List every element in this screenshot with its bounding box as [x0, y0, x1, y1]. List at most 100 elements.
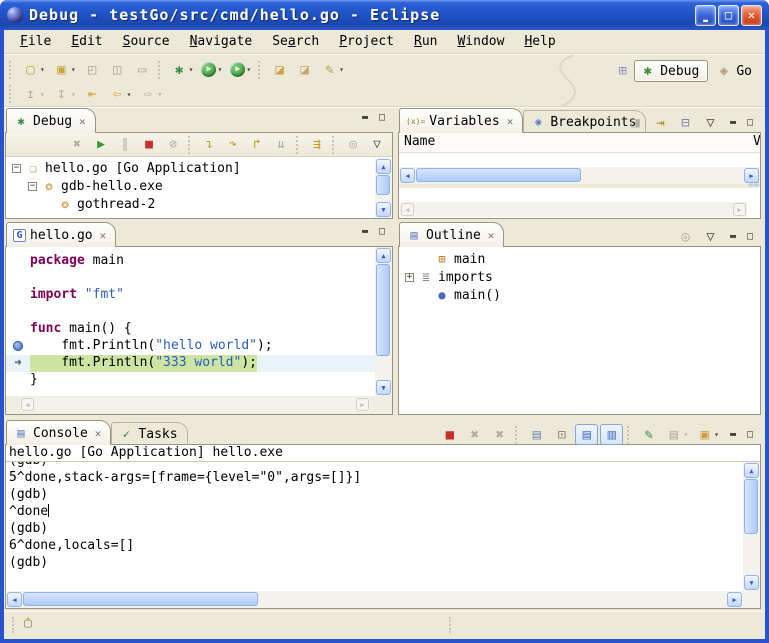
instruction-pointer-icon[interactable]: ➜ [6, 355, 30, 372]
code-line[interactable]: ➜ fmt.Println("333 world"); [6, 355, 375, 372]
scroll-left-button[interactable]: ◀ [7, 592, 22, 607]
menu-help[interactable]: Help [514, 32, 565, 51]
tab-console[interactable]: ▤ Console ✕ [6, 420, 111, 445]
menu-project[interactable]: Project [329, 32, 404, 51]
tree-item[interactable]: +≣imports [399, 268, 760, 286]
code-area[interactable]: package main import "fmt" func main() { fm… [6, 247, 375, 396]
run-external-tools-button[interactable]: ▶▾ [227, 59, 254, 80]
tab-outline[interactable]: ▤ Outline ✕ [399, 222, 504, 247]
tab-hello-go[interactable]: G hello.go ✕ [6, 222, 116, 247]
pin-console-button[interactable]: ✎ [637, 424, 660, 445]
editor-vertical-scrollbar[interactable]: ▲ ▼ [375, 247, 392, 396]
statusbar-grip[interactable] [449, 617, 453, 633]
open-type-button[interactable]: ◪ [268, 59, 291, 80]
view-menu-button[interactable]: ▽ [366, 134, 388, 155]
close-icon[interactable]: ✕ [79, 115, 86, 128]
code-line[interactable]: fmt.Println("hello world"); [6, 338, 375, 355]
scroll-down-button[interactable]: ▼ [376, 380, 391, 395]
view-menu-button[interactable]: ▽ [699, 226, 722, 247]
menu-run[interactable]: Run [404, 32, 447, 51]
column-name[interactable]: Name [404, 134, 435, 149]
step-return-button[interactable]: ↱ [246, 134, 268, 155]
perspective-debug[interactable]: ✱ Debug [634, 60, 708, 82]
step-over-button[interactable]: ↷ [222, 134, 244, 155]
menu-search[interactable]: Search [262, 32, 329, 51]
tree-item[interactable]: −❂gdb-hello.exe [6, 177, 375, 195]
tab-variables[interactable]: (x)= Variables ✕ [399, 108, 523, 133]
code-line[interactable]: import "fmt" [6, 287, 375, 304]
column-value[interactable]: Value [753, 134, 760, 149]
scroll-thumb[interactable] [376, 264, 390, 356]
details-sash[interactable]: ≡≡ [399, 184, 760, 188]
scroll-up-button[interactable]: ▲ [744, 463, 759, 478]
scroll-thumb[interactable] [23, 592, 258, 606]
mark-occurrences-button[interactable]: ✎▾ [318, 59, 347, 80]
clear-console-button[interactable]: ▤ [525, 424, 548, 445]
tree-item[interactable]: −❏hello.go [Go Application] [6, 159, 375, 177]
minimize-view-button[interactable]: ▬ [726, 429, 740, 440]
show-logical-structure-button[interactable]: ⇥ [649, 112, 672, 133]
minimize-view-button[interactable]: ▬ [726, 231, 740, 242]
new-wizard-button[interactable]: ▢▾ [19, 59, 48, 80]
scroll-left-button[interactable]: ◀ [400, 168, 415, 183]
maximize-view-button[interactable]: □ [743, 429, 757, 440]
code-line[interactable]: package main [6, 253, 375, 270]
show-stdout-when-changed-button[interactable]: ▤ [575, 424, 598, 445]
scroll-thumb[interactable] [376, 175, 390, 195]
minimize-button[interactable]: ▬ [695, 5, 716, 26]
titlebar[interactable]: Debug - testGo/src/cmd/hello.go - Eclips… [0, 0, 769, 30]
menu-window[interactable]: Window [447, 32, 514, 51]
scroll-up-button[interactable]: ▲ [376, 248, 391, 263]
run-button[interactable]: ▶▾ [198, 59, 225, 80]
menu-source[interactable]: Source [113, 32, 180, 51]
code-line[interactable]: func main() { [6, 321, 375, 338]
maximize-button[interactable]: □ [718, 5, 739, 26]
expander-plus-icon[interactable]: + [405, 273, 414, 282]
back-to-last-edit-button[interactable]: ⇤ [81, 84, 104, 105]
menu-edit[interactable]: Edit [61, 32, 112, 51]
scroll-lock-button[interactable]: ⊡ [550, 424, 573, 445]
open-resource-button[interactable]: ◪ [293, 59, 316, 80]
maximize-view-button[interactable]: □ [375, 112, 389, 123]
code-line[interactable] [6, 270, 375, 287]
scroll-up-button[interactable]: ▲ [376, 159, 391, 174]
close-icon[interactable]: ✕ [488, 229, 495, 242]
code-line[interactable]: } [6, 372, 375, 389]
maximize-view-button[interactable]: □ [743, 231, 757, 242]
console-horizontal-scrollbar[interactable]: ◀ ▶ [6, 591, 743, 608]
new-project-button[interactable]: ▣▾ [50, 59, 79, 80]
debug-vertical-scrollbar[interactable]: ▲ ▼ [375, 158, 392, 218]
minimize-view-button[interactable]: ▬ [358, 112, 372, 123]
close-button[interactable]: ✕ [741, 5, 762, 26]
expander-minus-icon[interactable]: − [28, 182, 37, 191]
tree-item[interactable]: ⊞main [399, 250, 760, 268]
debug-view-layout-button[interactable]: ◎ [342, 134, 364, 155]
scroll-thumb[interactable] [416, 168, 581, 182]
show-stderr-when-changed-button[interactable]: ▥ [600, 424, 623, 445]
scroll-down-button[interactable]: ▼ [744, 575, 759, 590]
tree-item[interactable]: ●main() [399, 286, 760, 304]
outline-sort-button[interactable]: ◎ [674, 226, 697, 247]
view-menu-button[interactable]: ▽ [699, 112, 722, 133]
statusbar-grip[interactable] [12, 617, 16, 633]
variables-horizontal-scrollbar[interactable]: ◀ ▶ [399, 167, 760, 184]
back-history-button[interactable]: ⇦▾ [106, 84, 135, 105]
tab-debug[interactable]: ✱ Debug ✕ [6, 108, 96, 133]
code-line[interactable] [6, 304, 375, 321]
tree-item[interactable]: ❂gothread-2 [6, 195, 375, 213]
scroll-thumb[interactable] [744, 479, 758, 534]
expander-minus-icon[interactable]: − [12, 164, 21, 173]
close-icon[interactable]: ✕ [507, 115, 514, 128]
open-perspective-button[interactable]: ⊞ [614, 63, 631, 79]
console-vertical-scrollbar[interactable]: ▲ ▼ [743, 462, 760, 591]
collapse-all-button[interactable]: ⊟ [674, 112, 697, 133]
open-console-button[interactable]: ▣▾ [693, 424, 722, 445]
minimize-view-button[interactable]: ▬ [358, 226, 372, 237]
terminate-button[interactable]: ■ [438, 424, 461, 445]
resume-button[interactable]: ▶ [90, 134, 112, 155]
scroll-down-button[interactable]: ▼ [376, 202, 391, 217]
menu-file[interactable]: File [10, 32, 61, 51]
close-icon[interactable]: ✕ [100, 229, 107, 242]
close-icon[interactable]: ✕ [95, 427, 102, 440]
maximize-view-button[interactable]: □ [743, 117, 757, 128]
